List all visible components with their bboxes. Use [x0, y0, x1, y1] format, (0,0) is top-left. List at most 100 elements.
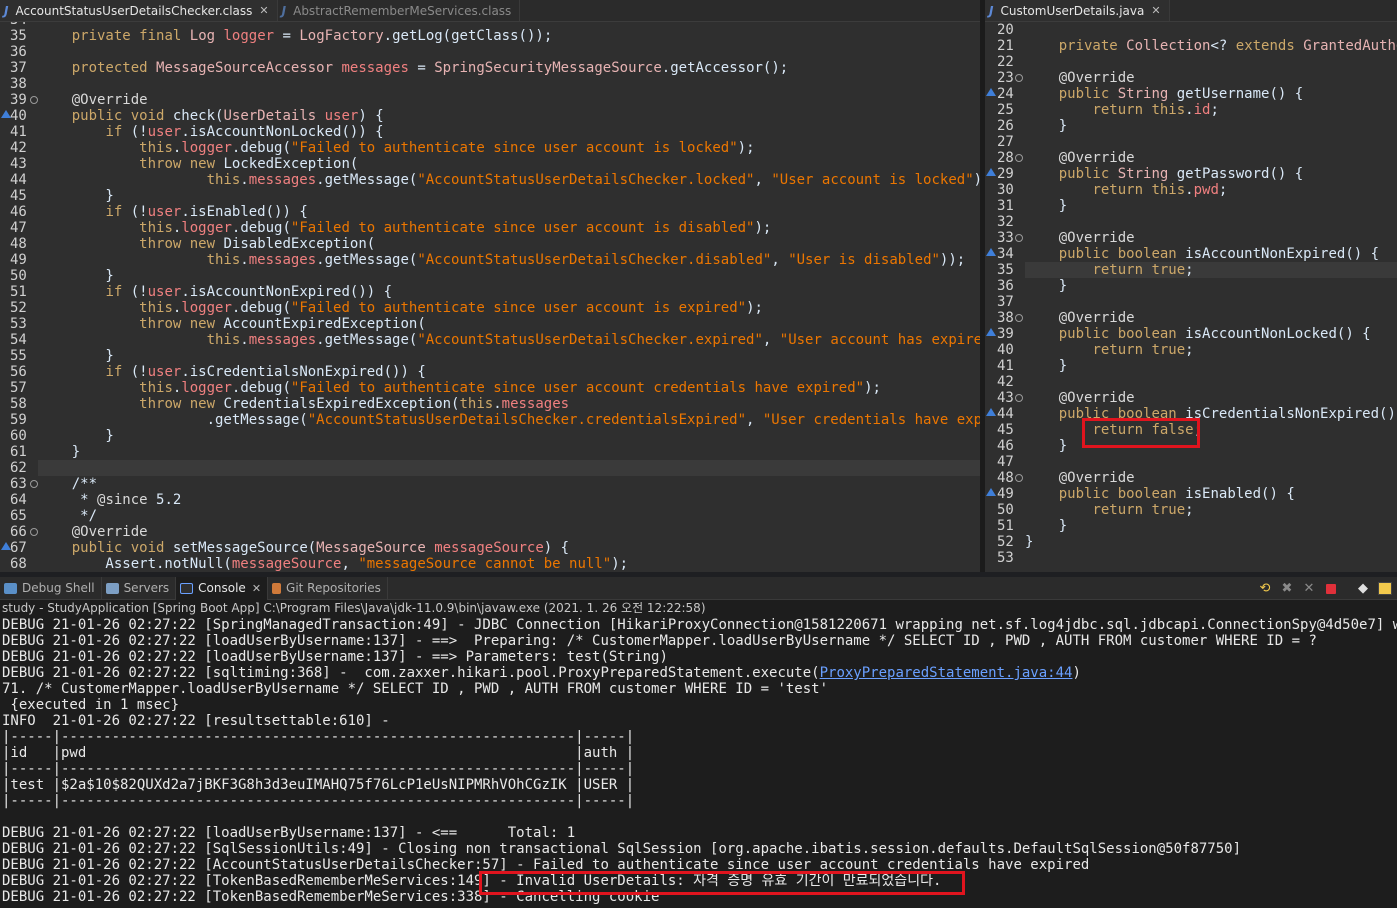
- line-number: 65: [10, 508, 27, 524]
- code-line: }: [1025, 438, 1068, 454]
- code-line: if (!user.isAccountNonLocked()) {: [105, 124, 384, 140]
- line-number: 53: [10, 316, 27, 332]
- line-number: 64: [10, 492, 27, 508]
- code-line: private Collection<? extends GrantedAuth…: [1058, 38, 1397, 54]
- line-number: 59: [10, 412, 27, 428]
- code-line: @Override: [1058, 230, 1135, 246]
- git-icon: [272, 582, 282, 594]
- fold-icon[interactable]: [30, 480, 38, 488]
- override-indicator-icon[interactable]: [986, 408, 996, 416]
- tab-servers[interactable]: Servers: [102, 576, 177, 600]
- line-number: 38: [10, 76, 27, 92]
- console-line: |-----|---------------------------------…: [2, 793, 635, 809]
- code-line: public void check(UserDetails user) {: [71, 108, 384, 124]
- console-toolbar: ⟲ ✖ ✕ ◆: [1257, 581, 1393, 596]
- line-number: 41: [10, 124, 27, 140]
- right-editor[interactable]: J CustomUserDetails.java ✕ 20 21 private …: [985, 0, 1397, 572]
- override-indicator-icon[interactable]: [986, 488, 996, 496]
- override-indicator-icon[interactable]: [986, 168, 996, 176]
- java-file-icon: J: [989, 3, 994, 18]
- fold-icon[interactable]: [1015, 74, 1023, 82]
- tab-debug-shell[interactable]: Debug Shell: [0, 576, 102, 600]
- line-number: 51: [10, 284, 27, 300]
- line-number: 31: [997, 198, 1014, 214]
- console-line: DEBUG 21-01-26 02:27:22 [loadUserByUsern…: [2, 649, 668, 665]
- line-number: 26: [997, 118, 1014, 134]
- line-number: 50: [997, 502, 1014, 518]
- source-link[interactable]: ProxyPreparedStatement.java:44: [820, 665, 1073, 681]
- line-number: 37: [997, 294, 1014, 310]
- code-line: Assert.notNull(messageSource, "messageSo…: [38, 556, 629, 572]
- code-line: this.messages.getMessage("AccountStatusU…: [206, 252, 966, 268]
- code-line: throw new AccountExpiredException(: [139, 316, 426, 332]
- code-line: this.logger.debug("Failed to authenticat…: [139, 380, 881, 396]
- code-line: return this.pwd;: [1092, 182, 1228, 198]
- clear-console-icon[interactable]: ◆: [1355, 581, 1371, 596]
- left-editor[interactable]: J AccountStatusUserDetailsChecker.class …: [0, 0, 980, 572]
- line-number: 35: [997, 262, 1014, 278]
- java-file-icon: J: [4, 3, 9, 18]
- console-line: |-----|---------------------------------…: [2, 761, 635, 777]
- line-number: 54: [10, 332, 27, 348]
- code-line: return true;: [1092, 502, 1194, 518]
- close-icon[interactable]: ✕: [259, 4, 268, 17]
- line-number: 20: [997, 22, 1014, 38]
- line-number: 41: [997, 358, 1014, 374]
- close-icon[interactable]: ✕: [1151, 4, 1160, 17]
- code-area[interactable]: 20 21 private Collection<? extends Grante…: [985, 22, 1397, 572]
- right-editor-tabbar: J CustomUserDetails.java ✕: [985, 0, 1397, 22]
- code-line: private final Log logger = LogFactory.ge…: [71, 28, 553, 44]
- line-number: 42: [10, 140, 27, 156]
- fold-icon[interactable]: [1015, 394, 1023, 402]
- code-line: }: [38, 428, 114, 444]
- line-number: 46: [10, 204, 27, 220]
- refresh-icon[interactable]: ⟲: [1257, 581, 1273, 596]
- console-icon: [180, 582, 194, 594]
- fold-icon[interactable]: [30, 528, 38, 536]
- fold-icon[interactable]: [1015, 234, 1023, 242]
- override-indicator-icon[interactable]: [1, 110, 11, 118]
- code-line: this.logger.debug("Failed to authenticat…: [139, 220, 772, 236]
- line-number: 44: [10, 172, 27, 188]
- console-panel[interactable]: Debug Shell Servers Console ✕ Git Reposi…: [0, 576, 1397, 908]
- terminate-icon[interactable]: [1323, 581, 1339, 596]
- code-line: /**: [38, 476, 98, 492]
- code-line: }: [1025, 358, 1068, 374]
- code-line: protected MessageSourceAccessor messages…: [71, 60, 789, 76]
- line-number: 58: [10, 396, 27, 412]
- code-area[interactable]: 3435 private final Log logger = LogFacto…: [0, 22, 980, 572]
- fold-icon[interactable]: [1015, 314, 1023, 322]
- code-line: }: [1025, 198, 1068, 214]
- line-number: 51: [997, 518, 1014, 534]
- line-number: 36: [997, 278, 1014, 294]
- line-number: 36: [10, 44, 27, 60]
- line-number: 57: [10, 380, 27, 396]
- fold-icon[interactable]: [1015, 154, 1023, 162]
- tab-account-status-user-details-checker[interactable]: J AccountStatusUserDetailsChecker.class …: [0, 0, 278, 21]
- line-number: 68: [10, 556, 27, 572]
- code-line: * @since 5.2: [38, 492, 182, 508]
- code-line: }: [38, 444, 81, 460]
- override-indicator-icon[interactable]: [986, 248, 996, 256]
- scroll-lock-icon[interactable]: [1377, 581, 1393, 596]
- code-line: @Override: [1058, 390, 1135, 406]
- fold-icon[interactable]: [30, 96, 38, 104]
- code-line: }: [38, 188, 114, 204]
- remove-all-icon[interactable]: ✕: [1301, 581, 1317, 596]
- remove-launch-icon[interactable]: ✖: [1279, 581, 1295, 596]
- fold-icon[interactable]: [1015, 474, 1023, 482]
- code-line: this.logger.debug("Failed to authenticat…: [139, 300, 763, 316]
- override-indicator-icon[interactable]: [986, 328, 996, 336]
- tab-abstract-remember-me-services[interactable]: J AbstractRememberMeServices.class: [278, 0, 521, 21]
- tab-console[interactable]: Console ✕: [176, 576, 269, 600]
- close-icon[interactable]: ✕: [252, 582, 261, 595]
- code-line: @Override: [71, 524, 148, 540]
- line-number: 30: [997, 182, 1014, 198]
- override-indicator-icon[interactable]: [1, 542, 11, 550]
- override-indicator-icon[interactable]: [986, 88, 996, 96]
- tab-custom-user-details[interactable]: J CustomUserDetails.java ✕: [985, 0, 1170, 21]
- code-line: if (!user.isAccountNonExpired()) {: [105, 284, 393, 300]
- console-output[interactable]: DEBUG 21-01-26 02:27:22 [SpringManagedTr…: [0, 617, 1397, 908]
- tab-git-repositories[interactable]: Git Repositories: [268, 576, 388, 600]
- code-line: public String getPassword() {: [1058, 166, 1304, 182]
